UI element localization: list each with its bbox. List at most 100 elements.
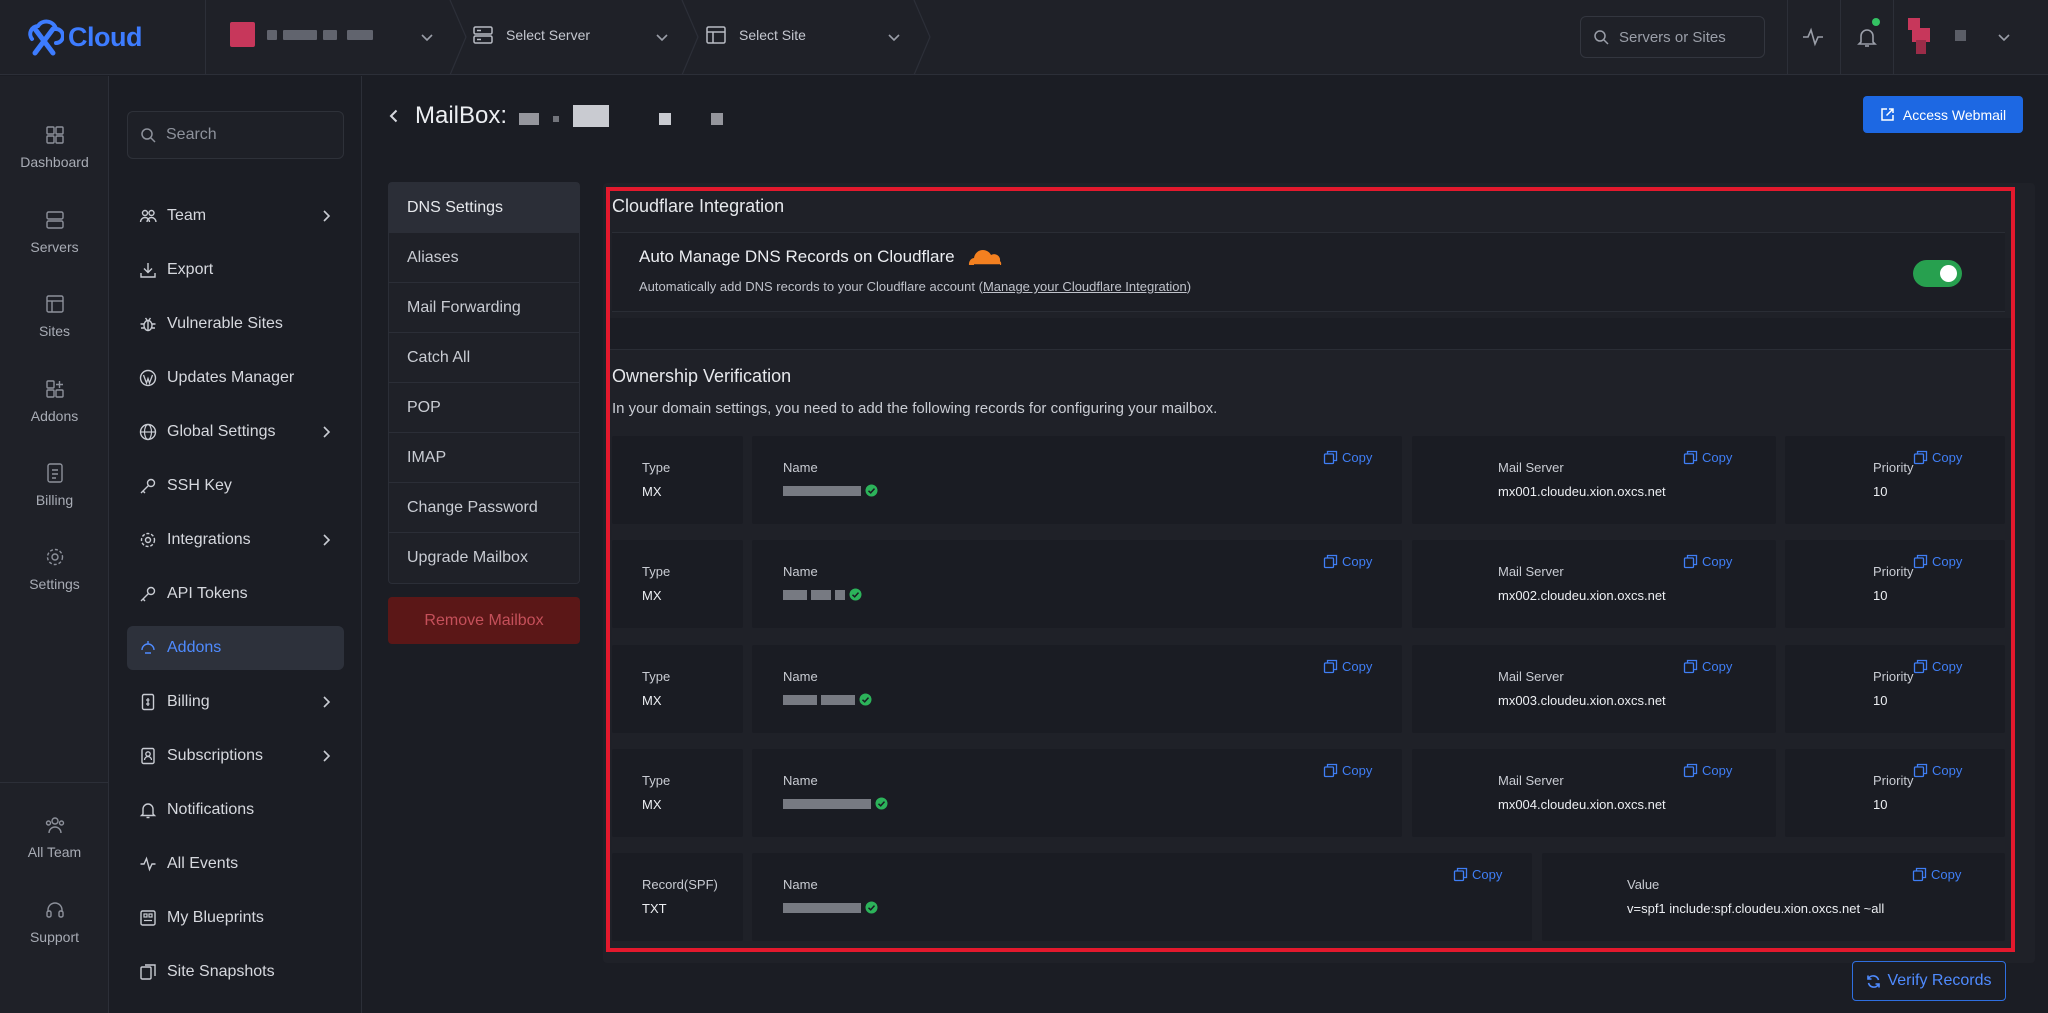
mx-type-cell: Type MX [612,749,743,837]
sidebar-item-billing[interactable]: Billing [127,680,344,724]
copy-label: Copy [1342,450,1373,465]
sidebar-item-notifications[interactable]: Notifications [127,788,344,832]
copy-button[interactable]: Copy [1913,450,1962,465]
cloudflare-auto-manage-toggle[interactable] [1913,260,1962,287]
redacted-text [283,29,317,40]
copy-icon [1913,659,1928,674]
activity-icon[interactable] [1801,25,1825,49]
copy-icon [1913,763,1928,778]
mx-priority-cell: Priority 10 Copy [1785,436,2005,524]
verify-records-button[interactable]: Verify Records [1852,961,2006,1001]
sidebar-item-integrations[interactable]: Integrations [127,518,344,562]
mx-name-value [783,484,878,497]
rail-item-billing[interactable]: Billing [0,462,109,508]
rail-item-addons[interactable]: Addons [0,378,109,424]
logo[interactable]: Cloud [24,14,142,60]
spf-value: v=spf1 include:spf.cloudeu.xion.oxcs.net… [1627,901,1885,916]
chevron-down-icon[interactable] [886,29,902,45]
rail-item-servers[interactable]: Servers [0,209,109,255]
team-icon [45,817,64,834]
sidebar-item-global-settings[interactable]: Global Settings [127,410,344,454]
cloudflare-desc-prefix: Automatically add DNS records to your Cl… [639,279,983,294]
manage-cloudflare-link[interactable]: Manage your Cloudflare Integration [983,279,1187,294]
site-icon [706,26,726,44]
tab-imap[interactable]: IMAP [389,433,579,483]
select-server[interactable]: Select Server [472,24,590,46]
mx-type-label: Type [642,460,671,475]
select-server-label: Select Server [506,27,591,43]
rail-item-dashboard[interactable]: Dashboard [0,124,109,170]
copy-button[interactable]: Copy [1323,450,1372,465]
rail-item-settings[interactable]: Settings [0,546,109,592]
tab-mail-forwarding[interactable]: Mail Forwarding [389,283,579,333]
tab-dns-settings[interactable]: DNS Settings [389,183,579,233]
copy-button[interactable]: Copy [1913,659,1962,674]
chevron-down-icon[interactable] [654,29,670,45]
sidebar-item-subscriptions[interactable]: Subscriptions [127,734,344,778]
bell-icon[interactable] [1855,25,1879,49]
sidebar-item-api-tokens[interactable]: API Tokens [127,572,344,616]
activity-icon [140,856,156,872]
subscription-icon [141,747,155,765]
copy-button[interactable]: Copy [1683,763,1732,778]
access-webmail-button[interactable]: Access Webmail [1863,96,2023,133]
sidebar-search-input[interactable]: Search [127,111,344,159]
sidebar-item-team[interactable]: Team [127,194,344,238]
global-search[interactable]: Servers or Sites [1580,16,1765,58]
sidebar-item-vulnerable-sites[interactable]: Vulnerable Sites [127,302,344,346]
copy-button[interactable]: Copy [1323,659,1372,674]
copy-button[interactable]: Copy [1913,554,1962,569]
sidebar-item-site-snapshots[interactable]: Site Snapshots [127,950,344,994]
snapshot-icon [140,964,156,980]
copy-button[interactable]: Copy [1683,554,1732,569]
copy-button[interactable]: Copy [1453,867,1502,882]
mx-server-label: Mail Server [1498,564,1564,579]
logo-icon [28,19,64,56]
tab-aliases[interactable]: Aliases [389,233,579,283]
chevron-down-icon[interactable] [1996,29,2012,45]
verified-check-icon [849,588,862,601]
sidebar-item-label: All Events [167,855,239,872]
sidebar-item-my-blueprints[interactable]: My Blueprints [127,896,344,940]
remove-mailbox-button[interactable]: Remove Mailbox [388,597,580,644]
copy-button[interactable]: Copy [1913,763,1962,778]
mx-name-label: Name [783,773,818,788]
mx-server-cell: Mail Server mx002.cloudeu.xion.oxcs.net Co… [1412,540,1776,628]
mx-type-value: MX [642,797,662,812]
tab-catch-all[interactable]: Catch All [389,333,579,383]
copy-button[interactable]: Copy [1683,450,1732,465]
back-arrow-icon[interactable] [385,107,403,125]
tab-upgrade-mailbox[interactable]: Upgrade Mailbox [389,533,579,583]
tab-change-password[interactable]: Change Password [389,483,579,533]
spf-name-value [783,901,878,914]
rail-item-support[interactable]: Support [0,899,109,945]
team-icon [139,209,157,223]
sidebar-item-updates-manager[interactable]: Updates Manager [127,356,344,400]
copy-label: Copy [1702,450,1733,465]
copy-button[interactable]: Copy [1323,763,1372,778]
sidebar-item-ssh-key[interactable]: SSH Key [127,464,344,508]
global-search-placeholder: Servers or Sites [1619,28,1726,46]
sidebar-item-export[interactable]: Export [127,248,344,292]
select-site[interactable]: Select Site [705,24,806,46]
user-avatar[interactable] [1908,18,1936,54]
mx-record-row: Type MX Name Copy Mail Server mx003.cloudeu.x… [612,645,2005,733]
spf-type-value: TXT [642,901,667,916]
sidebar-item-all-events[interactable]: All Events [127,842,344,886]
mx-server-value: mx004.cloudeu.xion.oxcs.net [1498,797,1666,812]
copy-button[interactable]: Copy [1683,659,1732,674]
copy-button[interactable]: Copy [1323,554,1372,569]
copy-button[interactable]: Copy [1912,867,1961,882]
divider [1787,0,1788,75]
mx-priority-value: 10 [1873,693,1888,708]
refresh-icon [1867,974,1881,988]
cloudflare-card-title-text: Auto Manage DNS Records on Cloudflare [639,247,955,266]
rail-item-sites[interactable]: Sites [0,293,109,339]
rail-item-all-team[interactable]: All Team [0,814,109,860]
chevron-down-icon[interactable] [419,29,435,45]
chevron-right-icon [323,750,331,762]
mx-priority-cell: Priority 10 Copy [1785,540,2005,628]
team-selector[interactable] [230,22,373,47]
sidebar-item-addons[interactable]: Addons [127,626,344,670]
tab-pop[interactable]: POP [389,383,579,433]
